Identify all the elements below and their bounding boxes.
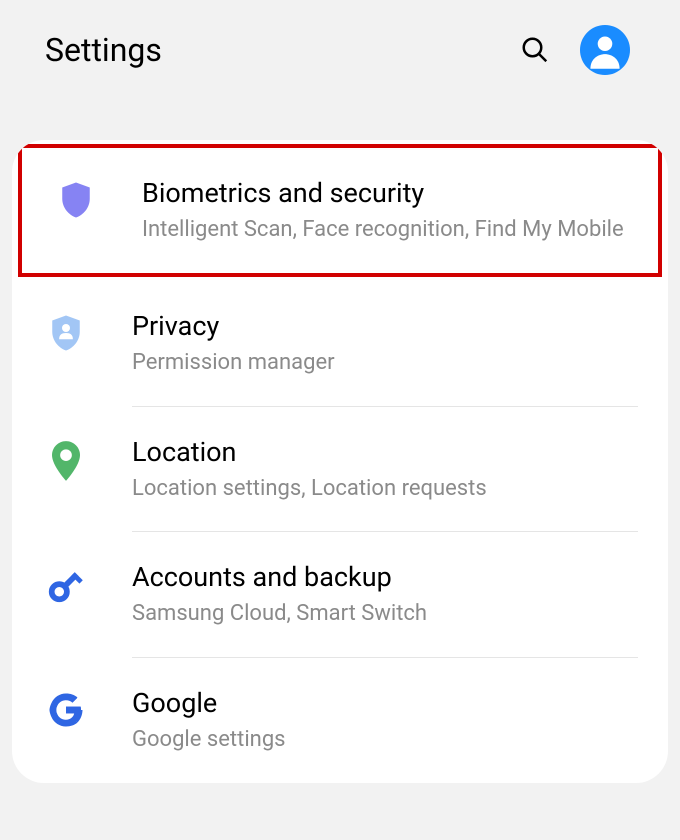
item-title: Accounts and backup bbox=[132, 560, 638, 595]
account-icon[interactable] bbox=[580, 25, 630, 75]
settings-item-biometrics-security[interactable]: Biometrics and security Intelligent Scan… bbox=[18, 144, 662, 277]
item-subtitle: Permission manager bbox=[132, 348, 638, 378]
settings-item-accounts-backup[interactable]: Accounts and backup Samsung Cloud, Smart… bbox=[12, 532, 668, 657]
settings-card: Biometrics and security Intelligent Scan… bbox=[12, 140, 668, 783]
item-subtitle: Intelligent Scan, Face recognition, Find… bbox=[142, 215, 628, 245]
shield-person-icon bbox=[42, 309, 90, 351]
item-title: Location bbox=[132, 435, 638, 470]
settings-item-location[interactable]: Location Location settings, Location req… bbox=[12, 407, 668, 532]
item-subtitle: Google settings bbox=[132, 725, 638, 755]
search-icon[interactable] bbox=[520, 35, 550, 65]
item-title: Privacy bbox=[132, 309, 638, 344]
settings-item-privacy[interactable]: Privacy Permission manager bbox=[12, 281, 668, 406]
item-text: Biometrics and security Intelligent Scan… bbox=[142, 176, 628, 245]
item-text: Location Location settings, Location req… bbox=[132, 435, 638, 504]
item-title: Google bbox=[132, 686, 638, 721]
item-text: Accounts and backup Samsung Cloud, Smart… bbox=[132, 560, 638, 629]
settings-header: Settings bbox=[0, 0, 680, 100]
settings-item-google[interactable]: Google Google settings bbox=[12, 658, 668, 783]
item-text: Google Google settings bbox=[132, 686, 638, 755]
google-icon bbox=[42, 686, 90, 728]
page-title: Settings bbox=[45, 31, 162, 69]
item-subtitle: Samsung Cloud, Smart Switch bbox=[132, 599, 638, 629]
item-title: Biometrics and security bbox=[142, 176, 628, 211]
item-subtitle: Location settings, Location requests bbox=[132, 474, 638, 504]
key-icon bbox=[42, 560, 90, 604]
location-pin-icon bbox=[42, 435, 90, 481]
header-actions bbox=[520, 25, 630, 75]
item-text: Privacy Permission manager bbox=[132, 309, 638, 378]
shield-icon bbox=[52, 176, 100, 218]
